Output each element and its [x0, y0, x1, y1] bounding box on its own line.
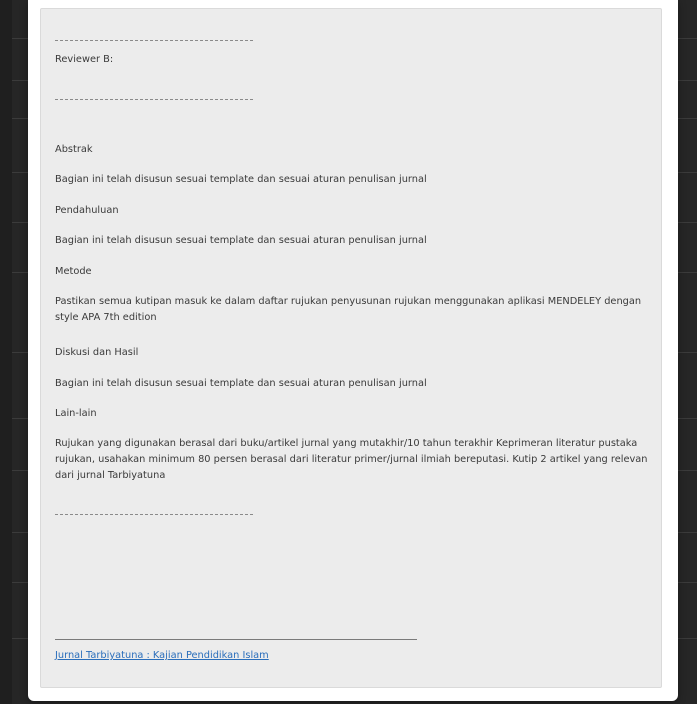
- separator-dashes: [55, 514, 253, 515]
- section-body-lain-lain: Rujukan yang digunakan berasal dari buku…: [55, 438, 648, 481]
- reviewer-label: Reviewer B:: [55, 54, 114, 65]
- section-heading-abstrak: Abstrak: [55, 144, 93, 155]
- section-body-pendahuluan: Bagian ini telah disusun sesuai template…: [55, 235, 427, 246]
- section-heading-diskusi-dan-hasil: Diskusi dan Hasil: [55, 347, 139, 358]
- section-body-metode: Pastikan semua kutipan masuk ke dalam da…: [55, 296, 642, 323]
- section-heading-metode: Metode: [55, 266, 92, 277]
- section-heading-pendahuluan: Pendahuluan: [55, 205, 119, 216]
- footer-divider: [55, 639, 417, 640]
- separator-dashes: [55, 99, 253, 100]
- section-heading-lain-lain: Lain-lain: [55, 408, 97, 419]
- section-body-diskusi-dan-hasil: Bagian ini telah disusun sesuai template…: [55, 378, 427, 389]
- separator-dashes: [55, 40, 253, 41]
- backdrop-left-strip: [0, 0, 12, 704]
- review-modal: Reviewer B: Abstrak Bagian ini telah dis…: [28, 0, 678, 701]
- section-body-abstrak: Bagian ini telah disusun sesuai template…: [55, 174, 427, 185]
- review-content-panel[interactable]: Reviewer B: Abstrak Bagian ini telah dis…: [40, 8, 662, 688]
- journal-link[interactable]: Jurnal Tarbiyatuna : Kajian Pendidikan I…: [55, 648, 269, 664]
